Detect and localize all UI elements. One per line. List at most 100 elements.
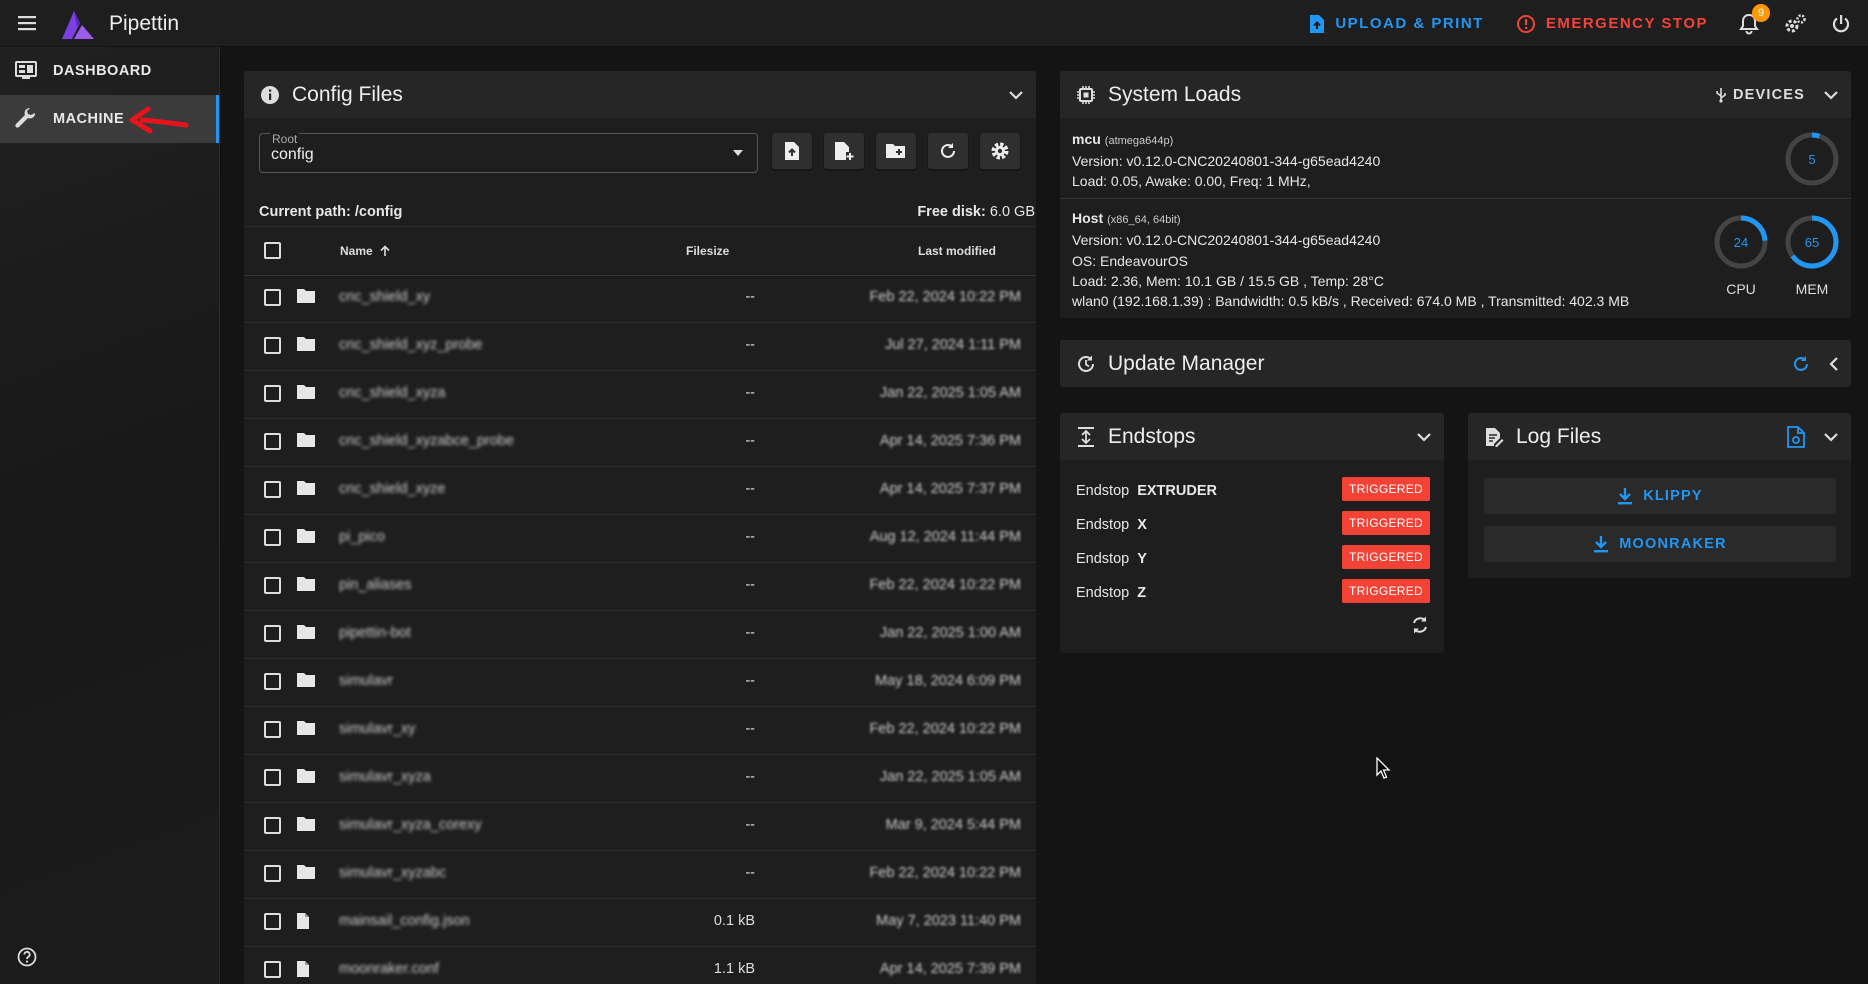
system-loads-header[interactable]: System Loads DEVICES [1060,71,1851,118]
config-files-header[interactable]: Config Files [244,71,1036,118]
pipettin-logo[interactable] [60,7,96,41]
download-moonraker-log-button[interactable]: MOONRAKER [1484,526,1836,562]
row-checkbox[interactable] [264,433,281,450]
file-name[interactable]: simulavr_xyzabc [339,865,446,881]
file-name[interactable]: pin_aliases [339,577,412,593]
cpu-label: CPU [1726,281,1756,297]
table-row[interactable]: simulavr_xyzabc -- Feb 22, 2024 10:22 PM [244,850,1036,899]
update-manager-header[interactable]: Update Manager [1060,340,1851,387]
notifications-button[interactable]: 9 [1726,0,1772,47]
sidebar-item-dashboard[interactable]: DASHBOARD [0,47,219,95]
row-checkbox[interactable] [264,817,281,834]
power-button[interactable] [1818,0,1864,47]
download-klippy-log-button[interactable]: KLIPPY [1484,478,1836,514]
file-name[interactable]: simulavr_xyza [339,769,431,785]
row-checkbox[interactable] [264,337,281,354]
help-icon[interactable] [17,947,37,967]
current-path-label: Current path: [259,204,351,220]
log-button-label: KLIPPY [1643,488,1703,504]
row-checkbox[interactable] [264,625,281,642]
file-name[interactable]: simulavr_xy [339,721,416,737]
file-name[interactable]: pi_pico [339,529,385,545]
table-row[interactable]: moonraker.conf 1.1 kB Apr 14, 2025 7:39 PM [244,946,1036,984]
upload-file-button[interactable] [772,133,812,169]
file-name[interactable]: simulavr_xyza_corexy [339,817,482,833]
endstops-header[interactable]: Endstops [1060,413,1444,460]
file-name[interactable]: cnc_shield_xyza [339,385,445,401]
file-upload-icon [1309,14,1325,34]
settings-button[interactable] [1772,0,1818,47]
row-checkbox[interactable] [264,913,281,930]
upload-print-label: UPLOAD & PRINT [1335,15,1484,32]
refresh-button[interactable] [928,133,968,169]
table-row[interactable]: cnc_shield_xyzabce_probe -- Apr 14, 2025 7… [244,418,1036,467]
file-name[interactable]: simulavr [339,673,393,689]
file-name[interactable]: mainsail_config.json [339,913,470,929]
sidebar-item-machine[interactable]: MACHINE [0,95,219,143]
row-checkbox[interactable] [264,577,281,594]
row-checkbox[interactable] [264,769,281,786]
row-checkbox[interactable] [264,289,281,306]
file-name[interactable]: pipettin-bot [339,625,411,641]
row-checkbox[interactable] [264,673,281,690]
table-row[interactable]: pipettin-bot -- Jan 22, 2025 1:00 AM [244,610,1036,659]
menu-icon[interactable] [16,13,40,33]
create-folder-button[interactable] [876,133,916,169]
row-checkbox[interactable] [264,961,281,978]
row-checkbox[interactable] [264,385,281,402]
table-row[interactable]: pin_aliases -- Feb 22, 2024 10:22 PM [244,562,1036,611]
emergency-stop-button[interactable]: EMERGENCY STOP [1504,0,1720,47]
folder-icon [296,720,316,736]
table-row[interactable]: mainsail_config.json 0.1 kB May 7, 2023 11… [244,898,1036,947]
file-name[interactable]: cnc_shield_xy [339,289,430,305]
table-row[interactable]: cnc_shield_xyz_probe -- Jul 27, 2024 1:11 … [244,322,1036,371]
table-row[interactable]: pi_pico -- Aug 12, 2024 11:44 PM [244,514,1036,563]
table-row[interactable]: simulavr_xyza -- Jan 22, 2025 1:05 AM [244,754,1036,803]
file-size: -- [745,433,755,449]
chevron-down-icon[interactable] [1823,90,1839,100]
settings-button[interactable] [980,133,1020,169]
table-row[interactable]: simulavr_xyza_corexy -- Mar 9, 2024 5:44 P… [244,802,1036,851]
name-column-header[interactable]: Name [340,244,391,258]
row-checkbox[interactable] [264,721,281,738]
refresh-icon[interactable] [1791,354,1811,374]
host-version: Version: v0.12.0-CNC20240801-344-g65ead4… [1072,232,1381,249]
mcu-name: mcu [1072,131,1101,147]
file-modified: Apr 14, 2025 7:36 PM [879,433,1021,449]
upload-print-button[interactable]: UPLOAD & PRINT [1297,0,1496,47]
cogs-icon [1783,13,1807,35]
row-checkbox[interactable] [264,481,281,498]
log-files-header[interactable]: Log Files [1468,413,1851,460]
create-file-button[interactable] [824,133,864,169]
devices-button[interactable]: DEVICES [1715,87,1805,103]
root-select[interactable]: Root config [259,132,758,173]
file-modified: Feb 22, 2024 10:22 PM [869,865,1021,881]
file-chart-icon[interactable] [1787,425,1805,448]
last-modified-column-header[interactable]: Last modified [918,244,996,258]
select-all-checkbox[interactable] [264,242,281,259]
refresh-icon [938,141,958,161]
table-row[interactable]: simulavr_xy -- Feb 22, 2024 10:22 PM [244,706,1036,755]
row-checkbox[interactable] [264,865,281,882]
table-row[interactable]: cnc_shield_xyze -- Apr 14, 2025 7:37 PM [244,466,1036,515]
file-name[interactable]: cnc_shield_xyz_probe [339,337,482,353]
current-path-value: /config [354,204,403,220]
row-checkbox[interactable] [264,529,281,546]
file-name[interactable]: cnc_shield_xyze [339,481,445,497]
table-row[interactable]: simulavr -- May 18, 2024 6:09 PM [244,658,1036,707]
file-name[interactable]: cnc_shield_xyzabce_probe [339,433,514,449]
chevron-down-icon[interactable] [1416,432,1432,442]
table-row[interactable]: cnc_shield_xyza -- Jan 22, 2025 1:05 AM [244,370,1036,419]
sync-icon[interactable] [1410,615,1430,635]
file-modified: May 7, 2023 11:40 PM [876,913,1021,929]
file-name[interactable]: moonraker.conf [339,961,439,977]
table-row[interactable]: cnc_shield_xy -- Feb 22, 2024 10:22 PM [244,274,1036,323]
mem-label: MEM [1795,281,1829,297]
power-icon [1831,14,1851,34]
filesize-column-header[interactable]: Filesize [686,244,729,258]
update-icon [1076,354,1096,374]
sidebar: DASHBOARD MACHINE [0,47,220,984]
chevron-left-icon[interactable] [1829,356,1839,372]
chevron-down-icon[interactable] [1823,432,1839,442]
chevron-down-icon[interactable] [1008,90,1024,100]
